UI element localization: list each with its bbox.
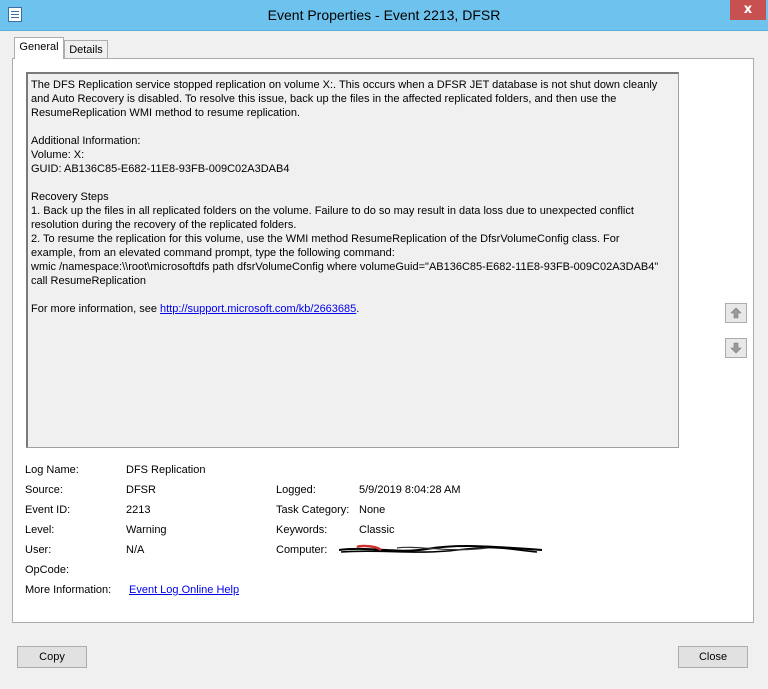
keywords-value[interactable]: Classic bbox=[359, 523, 394, 537]
event-log-online-help-link[interactable]: Event Log Online Help bbox=[129, 583, 239, 597]
copy-button[interactable]: Copy bbox=[17, 646, 87, 668]
computer-label: Computer: bbox=[276, 544, 328, 556]
description-line: GUID: AB136C85-E682-11E8-93FB-009C02A3DA… bbox=[31, 163, 290, 175]
task-category-label: Task Category: bbox=[276, 504, 350, 516]
event-id-label: Event ID: bbox=[25, 504, 71, 516]
level-label: Level: bbox=[25, 524, 55, 536]
description-line: wmic /namespace:\\root\microsoftdfs path… bbox=[31, 261, 659, 273]
keywords-label: Keywords: bbox=[276, 524, 328, 536]
level-value[interactable]: Warning bbox=[126, 523, 167, 537]
description-line: Additional Information: bbox=[31, 135, 141, 147]
user-label: User: bbox=[25, 544, 52, 556]
opcode-label: OpCode: bbox=[25, 564, 70, 576]
kb-link[interactable]: http://support.microsoft.com/kb/2663685 bbox=[160, 303, 356, 315]
description-line: and Auto Recovery is disabled. To resolv… bbox=[31, 93, 617, 105]
description-line: Recovery Steps bbox=[31, 191, 109, 203]
close-button[interactable]: Close bbox=[678, 646, 748, 668]
user-value[interactable]: N/A bbox=[126, 543, 144, 557]
event-description[interactable]: The DFS Replication service stopped repl… bbox=[26, 72, 679, 448]
log-name-value[interactable]: DFS Replication bbox=[126, 463, 205, 477]
description-line: ResumeReplication WMI method to resume r… bbox=[31, 107, 301, 119]
window-title: Event Properties - Event 2213, DFSR bbox=[267, 7, 501, 23]
log-name-label: Log Name: bbox=[25, 464, 79, 476]
description-line: example, from an elevated command prompt… bbox=[31, 247, 395, 259]
description-line: call ResumeReplication bbox=[31, 275, 146, 287]
close-window-button[interactable]: x bbox=[730, 0, 766, 20]
title-bar: Event Properties - Event 2213, DFSR x bbox=[0, 0, 768, 31]
description-line: resolution during the recovery of the re… bbox=[31, 219, 297, 231]
logged-value[interactable]: 5/9/2019 8:04:28 AM bbox=[359, 483, 461, 497]
next-event-button[interactable] bbox=[725, 338, 747, 358]
tab-details[interactable]: Details bbox=[64, 40, 108, 59]
task-category-value[interactable]: None bbox=[359, 503, 385, 517]
arrow-down-icon bbox=[730, 342, 742, 354]
more-info-prefix: For more information, see bbox=[31, 303, 160, 315]
redaction-scribble bbox=[338, 544, 543, 553]
tab-general[interactable]: General bbox=[14, 37, 64, 59]
description-line: The DFS Replication service stopped repl… bbox=[31, 79, 658, 91]
description-line: 1. Back up the files in all replicated f… bbox=[31, 205, 634, 217]
logged-label: Logged: bbox=[276, 484, 316, 496]
source-value[interactable]: DFSR bbox=[126, 483, 156, 497]
previous-event-button[interactable] bbox=[725, 303, 747, 323]
arrow-up-icon bbox=[730, 307, 742, 319]
event-id-value[interactable]: 2213 bbox=[126, 503, 150, 517]
more-info-suffix: . bbox=[356, 303, 360, 315]
source-label: Source: bbox=[25, 484, 63, 496]
more-information-label: More Information: bbox=[25, 584, 112, 596]
description-line: 2. To resume the replication for this vo… bbox=[31, 233, 620, 245]
more-info-line: For more information, see http://support… bbox=[31, 302, 675, 316]
description-line: Volume: X: bbox=[31, 149, 85, 161]
